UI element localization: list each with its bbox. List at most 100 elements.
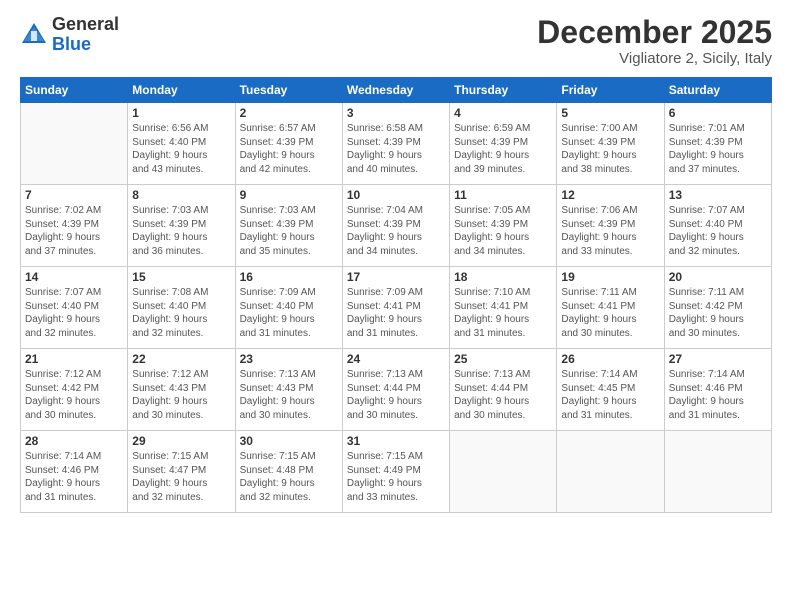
day-number: 11 — [454, 188, 552, 202]
day-cell: 6 Sunrise: 7:01 AM Sunset: 4:39 PM Daylig… — [664, 103, 771, 185]
day-info: Sunrise: 7:13 AM Sunset: 4:44 PM Dayligh… — [347, 368, 445, 422]
day-number: 2 — [240, 106, 338, 120]
logo-general: General — [52, 15, 119, 35]
day-number: 20 — [669, 270, 767, 284]
day-number: 5 — [561, 106, 659, 120]
day-number: 1 — [132, 106, 230, 120]
day-info: Sunrise: 6:58 AM Sunset: 4:39 PM Dayligh… — [347, 122, 445, 176]
day-number: 23 — [240, 352, 338, 366]
day-number: 25 — [454, 352, 552, 366]
day-of-week-header: Saturday — [664, 78, 771, 103]
day-cell: 30 Sunrise: 7:15 AM Sunset: 4:48 PM Dayli… — [235, 431, 342, 513]
day-cell: 7 Sunrise: 7:02 AM Sunset: 4:39 PM Daylig… — [21, 185, 128, 267]
header: General Blue December 2025 Vigliatore 2,… — [20, 15, 772, 67]
day-cell — [664, 431, 771, 513]
day-info: Sunrise: 7:09 AM Sunset: 4:40 PM Dayligh… — [240, 286, 338, 340]
day-number: 9 — [240, 188, 338, 202]
day-info: Sunrise: 7:13 AM Sunset: 4:44 PM Dayligh… — [454, 368, 552, 422]
day-number: 22 — [132, 352, 230, 366]
day-cell: 24 Sunrise: 7:13 AM Sunset: 4:44 PM Dayli… — [342, 349, 449, 431]
day-number: 26 — [561, 352, 659, 366]
month-title: December 2025 — [537, 15, 772, 50]
day-info: Sunrise: 7:11 AM Sunset: 4:41 PM Dayligh… — [561, 286, 659, 340]
week-row: 7 Sunrise: 7:02 AM Sunset: 4:39 PM Daylig… — [21, 185, 772, 267]
day-cell: 23Sunrise: 7:13 AM Sunset: 4:43 PM Dayli… — [235, 349, 342, 431]
day-of-week-header: Wednesday — [342, 78, 449, 103]
day-info: Sunrise: 7:00 AM Sunset: 4:39 PM Dayligh… — [561, 122, 659, 176]
day-info: Sunrise: 7:07 AM Sunset: 4:40 PM Dayligh… — [669, 204, 767, 258]
day-of-week-header: Monday — [128, 78, 235, 103]
day-cell: 22 Sunrise: 7:12 AM Sunset: 4:43 PM Dayli… — [128, 349, 235, 431]
day-cell: 25 Sunrise: 7:13 AM Sunset: 4:44 PM Dayli… — [450, 349, 557, 431]
day-number: 24 — [347, 352, 445, 366]
day-number: 17 — [347, 270, 445, 284]
day-cell: 9 Sunrise: 7:03 AM Sunset: 4:39 PM Daylig… — [235, 185, 342, 267]
day-cell: 18 Sunrise: 7:10 AM Sunset: 4:41 PM Dayli… — [450, 267, 557, 349]
day-info: Sunrise: 7:12 AM Sunset: 4:43 PM Dayligh… — [132, 368, 230, 422]
day-number: 29 — [132, 434, 230, 448]
day-info: Sunrise: 7:01 AM Sunset: 4:39 PM Dayligh… — [669, 122, 767, 176]
day-info: Sunrise: 7:04 AM Sunset: 4:39 PM Dayligh… — [347, 204, 445, 258]
day-of-week-header: Tuesday — [235, 78, 342, 103]
day-info: Sunrise: 7:06 AM Sunset: 4:39 PM Dayligh… — [561, 204, 659, 258]
day-number: 18 — [454, 270, 552, 284]
day-cell: 19 Sunrise: 7:11 AM Sunset: 4:41 PM Dayli… — [557, 267, 664, 349]
day-info: Sunrise: 6:56 AM Sunset: 4:40 PM Dayligh… — [132, 122, 230, 176]
day-cell: 14Sunrise: 7:07 AM Sunset: 4:40 PM Dayli… — [21, 267, 128, 349]
logo: General Blue — [20, 15, 119, 55]
day-cell: 4Sunrise: 6:59 AM Sunset: 4:39 PM Daylig… — [450, 103, 557, 185]
day-number: 31 — [347, 434, 445, 448]
day-cell: 28 Sunrise: 7:14 AM Sunset: 4:46 PM Dayli… — [21, 431, 128, 513]
title-block: December 2025 Vigliatore 2, Sicily, Ital… — [537, 15, 772, 67]
day-info: Sunrise: 7:02 AM Sunset: 4:39 PM Dayligh… — [25, 204, 123, 258]
day-cell: 16 Sunrise: 7:09 AM Sunset: 4:40 PM Dayli… — [235, 267, 342, 349]
day-number: 12 — [561, 188, 659, 202]
day-cell — [557, 431, 664, 513]
day-number: 7 — [25, 188, 123, 202]
day-info: Sunrise: 7:11 AM Sunset: 4:42 PM Dayligh… — [669, 286, 767, 340]
day-info: Sunrise: 7:03 AM Sunset: 4:39 PM Dayligh… — [240, 204, 338, 258]
day-info: Sunrise: 6:57 AM Sunset: 4:39 PM Dayligh… — [240, 122, 338, 176]
day-cell: 3 Sunrise: 6:58 AM Sunset: 4:39 PM Daylig… — [342, 103, 449, 185]
day-number: 19 — [561, 270, 659, 284]
day-cell: 13Sunrise: 7:07 AM Sunset: 4:40 PM Dayli… — [664, 185, 771, 267]
day-cell: 12 Sunrise: 7:06 AM Sunset: 4:39 PM Dayli… — [557, 185, 664, 267]
day-number: 16 — [240, 270, 338, 284]
day-of-week-header: Friday — [557, 78, 664, 103]
day-info: Sunrise: 7:09 AM Sunset: 4:41 PM Dayligh… — [347, 286, 445, 340]
day-cell — [450, 431, 557, 513]
day-cell: 15Sunrise: 7:08 AM Sunset: 4:40 PM Dayli… — [128, 267, 235, 349]
day-number: 6 — [669, 106, 767, 120]
day-info: Sunrise: 7:03 AM Sunset: 4:39 PM Dayligh… — [132, 204, 230, 258]
week-row: 14Sunrise: 7:07 AM Sunset: 4:40 PM Dayli… — [21, 267, 772, 349]
day-cell: 8Sunrise: 7:03 AM Sunset: 4:39 PM Daylig… — [128, 185, 235, 267]
day-of-week-header: Sunday — [21, 78, 128, 103]
day-info: Sunrise: 6:59 AM Sunset: 4:39 PM Dayligh… — [454, 122, 552, 176]
day-number: 14 — [25, 270, 123, 284]
day-number: 30 — [240, 434, 338, 448]
day-cell — [21, 103, 128, 185]
day-info: Sunrise: 7:10 AM Sunset: 4:41 PM Dayligh… — [454, 286, 552, 340]
day-cell: 21Sunrise: 7:12 AM Sunset: 4:42 PM Dayli… — [21, 349, 128, 431]
day-info: Sunrise: 7:15 AM Sunset: 4:47 PM Dayligh… — [132, 450, 230, 504]
day-info: Sunrise: 7:05 AM Sunset: 4:39 PM Dayligh… — [454, 204, 552, 258]
day-info: Sunrise: 7:14 AM Sunset: 4:46 PM Dayligh… — [669, 368, 767, 422]
page: General Blue December 2025 Vigliatore 2,… — [0, 0, 792, 612]
day-cell: 27 Sunrise: 7:14 AM Sunset: 4:46 PM Dayli… — [664, 349, 771, 431]
day-cell: 10 Sunrise: 7:04 AM Sunset: 4:39 PM Dayli… — [342, 185, 449, 267]
day-info: Sunrise: 7:14 AM Sunset: 4:45 PM Dayligh… — [561, 368, 659, 422]
day-info: Sunrise: 7:14 AM Sunset: 4:46 PM Dayligh… — [25, 450, 123, 504]
week-row: 1 Sunrise: 6:56 AM Sunset: 4:40 PM Daylig… — [21, 103, 772, 185]
day-cell: 2 Sunrise: 6:57 AM Sunset: 4:39 PM Daylig… — [235, 103, 342, 185]
location-subtitle: Vigliatore 2, Sicily, Italy — [537, 50, 772, 67]
day-number: 3 — [347, 106, 445, 120]
day-number: 27 — [669, 352, 767, 366]
day-cell: 29 Sunrise: 7:15 AM Sunset: 4:47 PM Dayli… — [128, 431, 235, 513]
logo-blue: Blue — [52, 35, 119, 55]
day-number: 10 — [347, 188, 445, 202]
week-row: 21Sunrise: 7:12 AM Sunset: 4:42 PM Dayli… — [21, 349, 772, 431]
day-number: 15 — [132, 270, 230, 284]
day-number: 28 — [25, 434, 123, 448]
day-info: Sunrise: 7:15 AM Sunset: 4:48 PM Dayligh… — [240, 450, 338, 504]
day-cell: 17 Sunrise: 7:09 AM Sunset: 4:41 PM Dayli… — [342, 267, 449, 349]
